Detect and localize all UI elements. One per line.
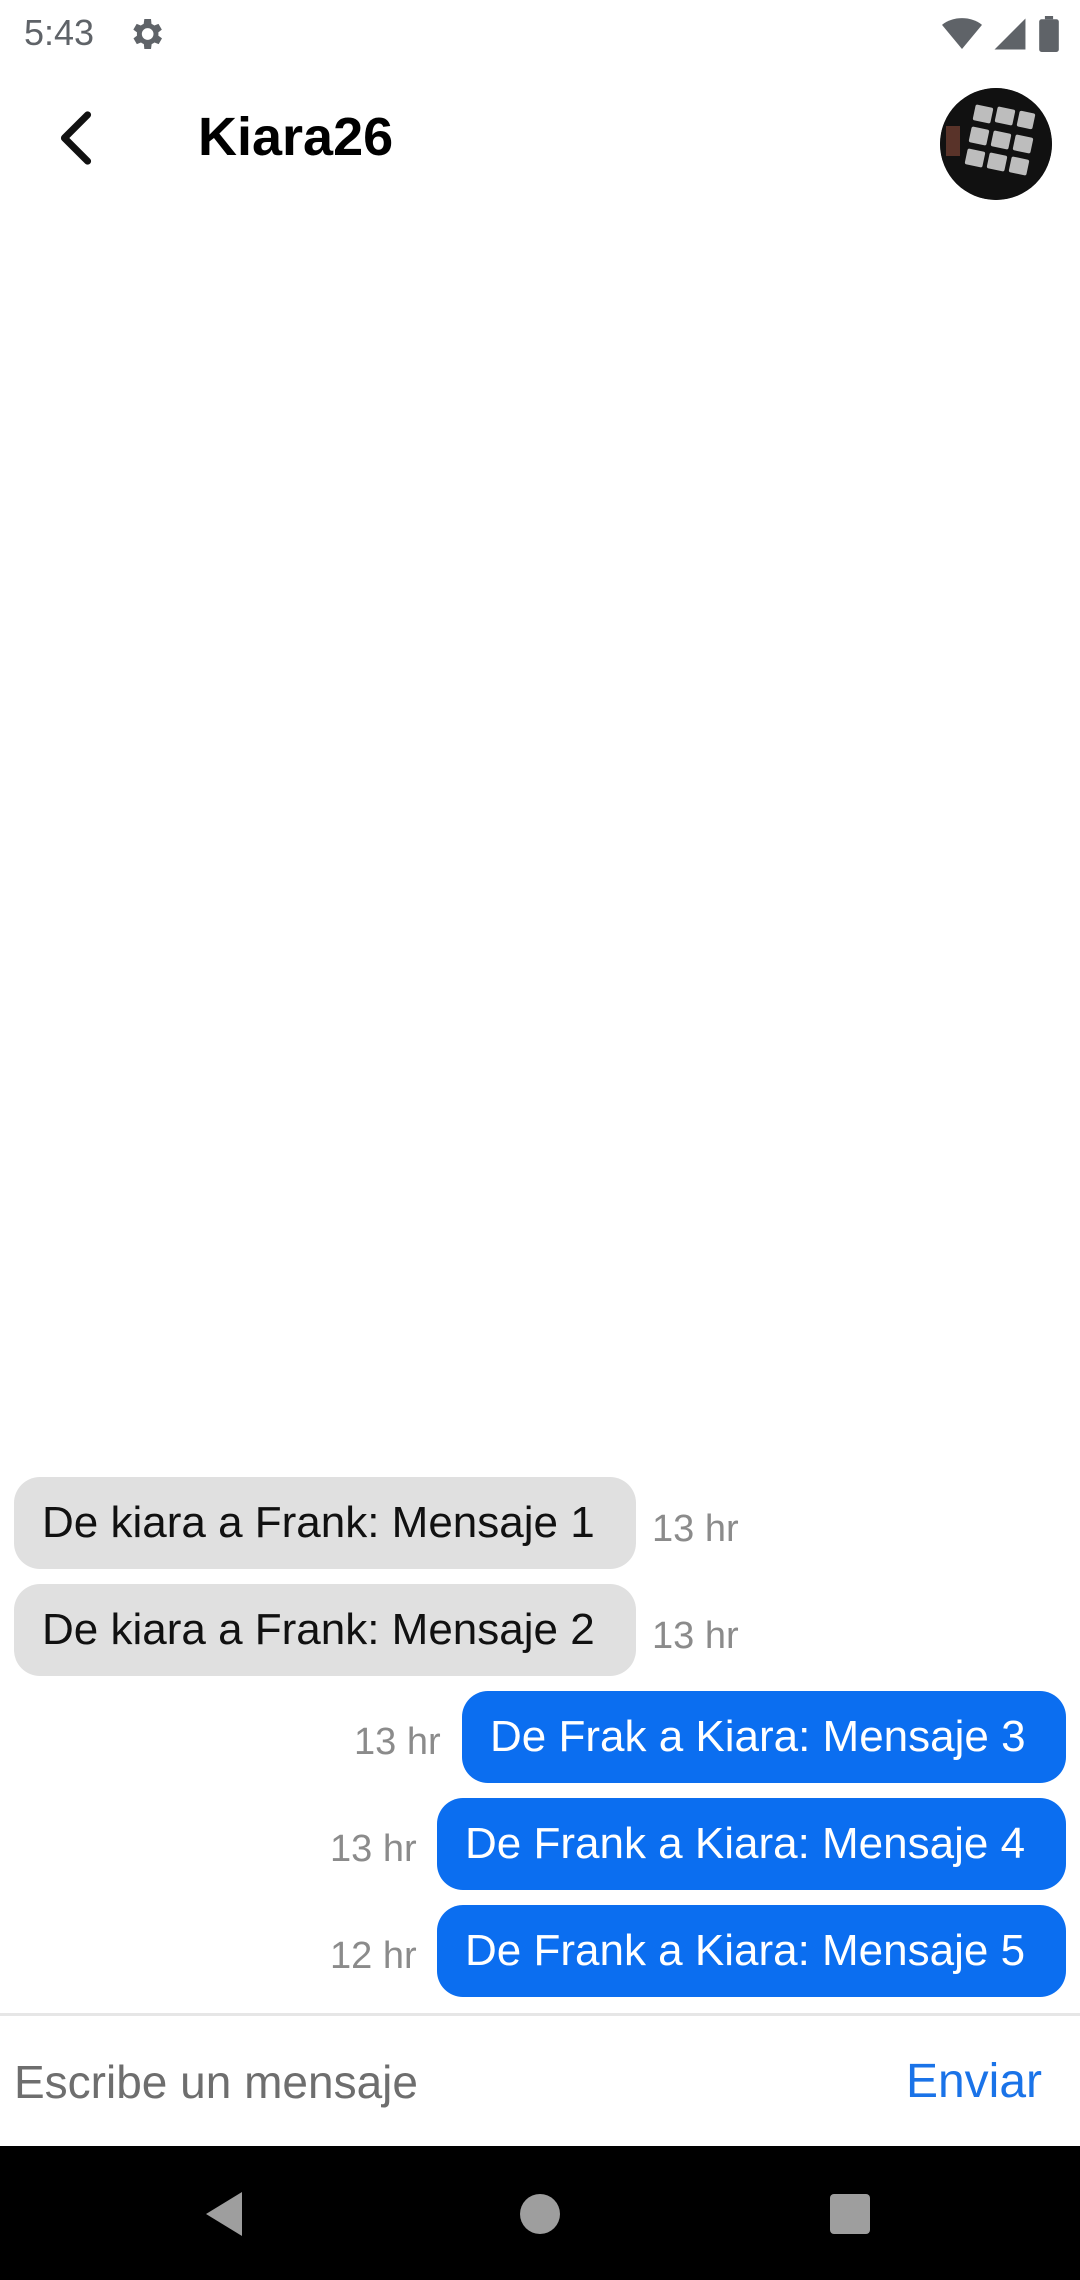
message-composer: Enviar xyxy=(0,2016,1080,2146)
outgoing-message-bubble[interactable]: De Frank a Kiara: Mensaje 5 xyxy=(437,1905,1066,1997)
message-time: 13 hr xyxy=(652,1508,739,1550)
system-nav-bar xyxy=(0,2146,1080,2280)
status-time: 5:43 xyxy=(24,12,95,53)
message-time: 13 hr xyxy=(330,1828,417,1870)
incoming-message-bubble[interactable]: De kiara a Frank: Mensaje 1 xyxy=(14,1477,636,1569)
message-text: De Frank a Kiara: Mensaje 4 xyxy=(465,1819,1026,1868)
wifi-icon xyxy=(942,17,982,51)
settings-gear-icon xyxy=(126,14,166,54)
message-text: De Frank a Kiara: Mensaje 5 xyxy=(465,1926,1026,1975)
chevron-left-icon xyxy=(56,109,96,172)
message-text: De kiara a Frank: Mensaje 1 xyxy=(42,1498,595,1547)
chat-header: Kiara26 xyxy=(0,76,1080,206)
incoming-message-bubble[interactable]: De kiara a Frank: Mensaje 2 xyxy=(14,1584,636,1676)
outgoing-message-bubble[interactable]: De Frak a Kiara: Mensaje 3 xyxy=(462,1691,1066,1783)
message-list[interactable]: De kiara a Frank: Mensaje 1 13 hr De kia… xyxy=(0,206,1080,2012)
back-triangle-icon xyxy=(202,2190,246,2243)
status-bar: 5:43 xyxy=(0,0,1080,66)
status-icons xyxy=(942,14,1060,54)
home-circle-icon xyxy=(518,2192,562,2241)
profile-avatar[interactable] xyxy=(940,88,1052,200)
message-time: 13 hr xyxy=(354,1721,441,1763)
nav-recents-button[interactable] xyxy=(822,2188,878,2244)
message-time: 13 hr xyxy=(652,1615,739,1657)
nav-home-button[interactable] xyxy=(512,2188,568,2244)
recents-square-icon xyxy=(829,2193,871,2240)
chat-title: Kiara26 xyxy=(198,107,394,167)
message-time: 12 hr xyxy=(330,1935,417,1977)
outgoing-message-bubble[interactable]: De Frank a Kiara: Mensaje 4 xyxy=(437,1798,1066,1890)
message-input[interactable] xyxy=(14,2044,874,2120)
cellular-signal-icon xyxy=(992,17,1028,51)
message-text: De Frak a Kiara: Mensaje 3 xyxy=(490,1712,1026,1761)
nav-back-button[interactable] xyxy=(196,2188,252,2244)
battery-icon xyxy=(1038,16,1060,52)
send-button[interactable]: Enviar xyxy=(906,2054,1042,2109)
back-button[interactable] xyxy=(44,108,108,172)
message-text: De kiara a Frank: Mensaje 2 xyxy=(42,1605,595,1654)
